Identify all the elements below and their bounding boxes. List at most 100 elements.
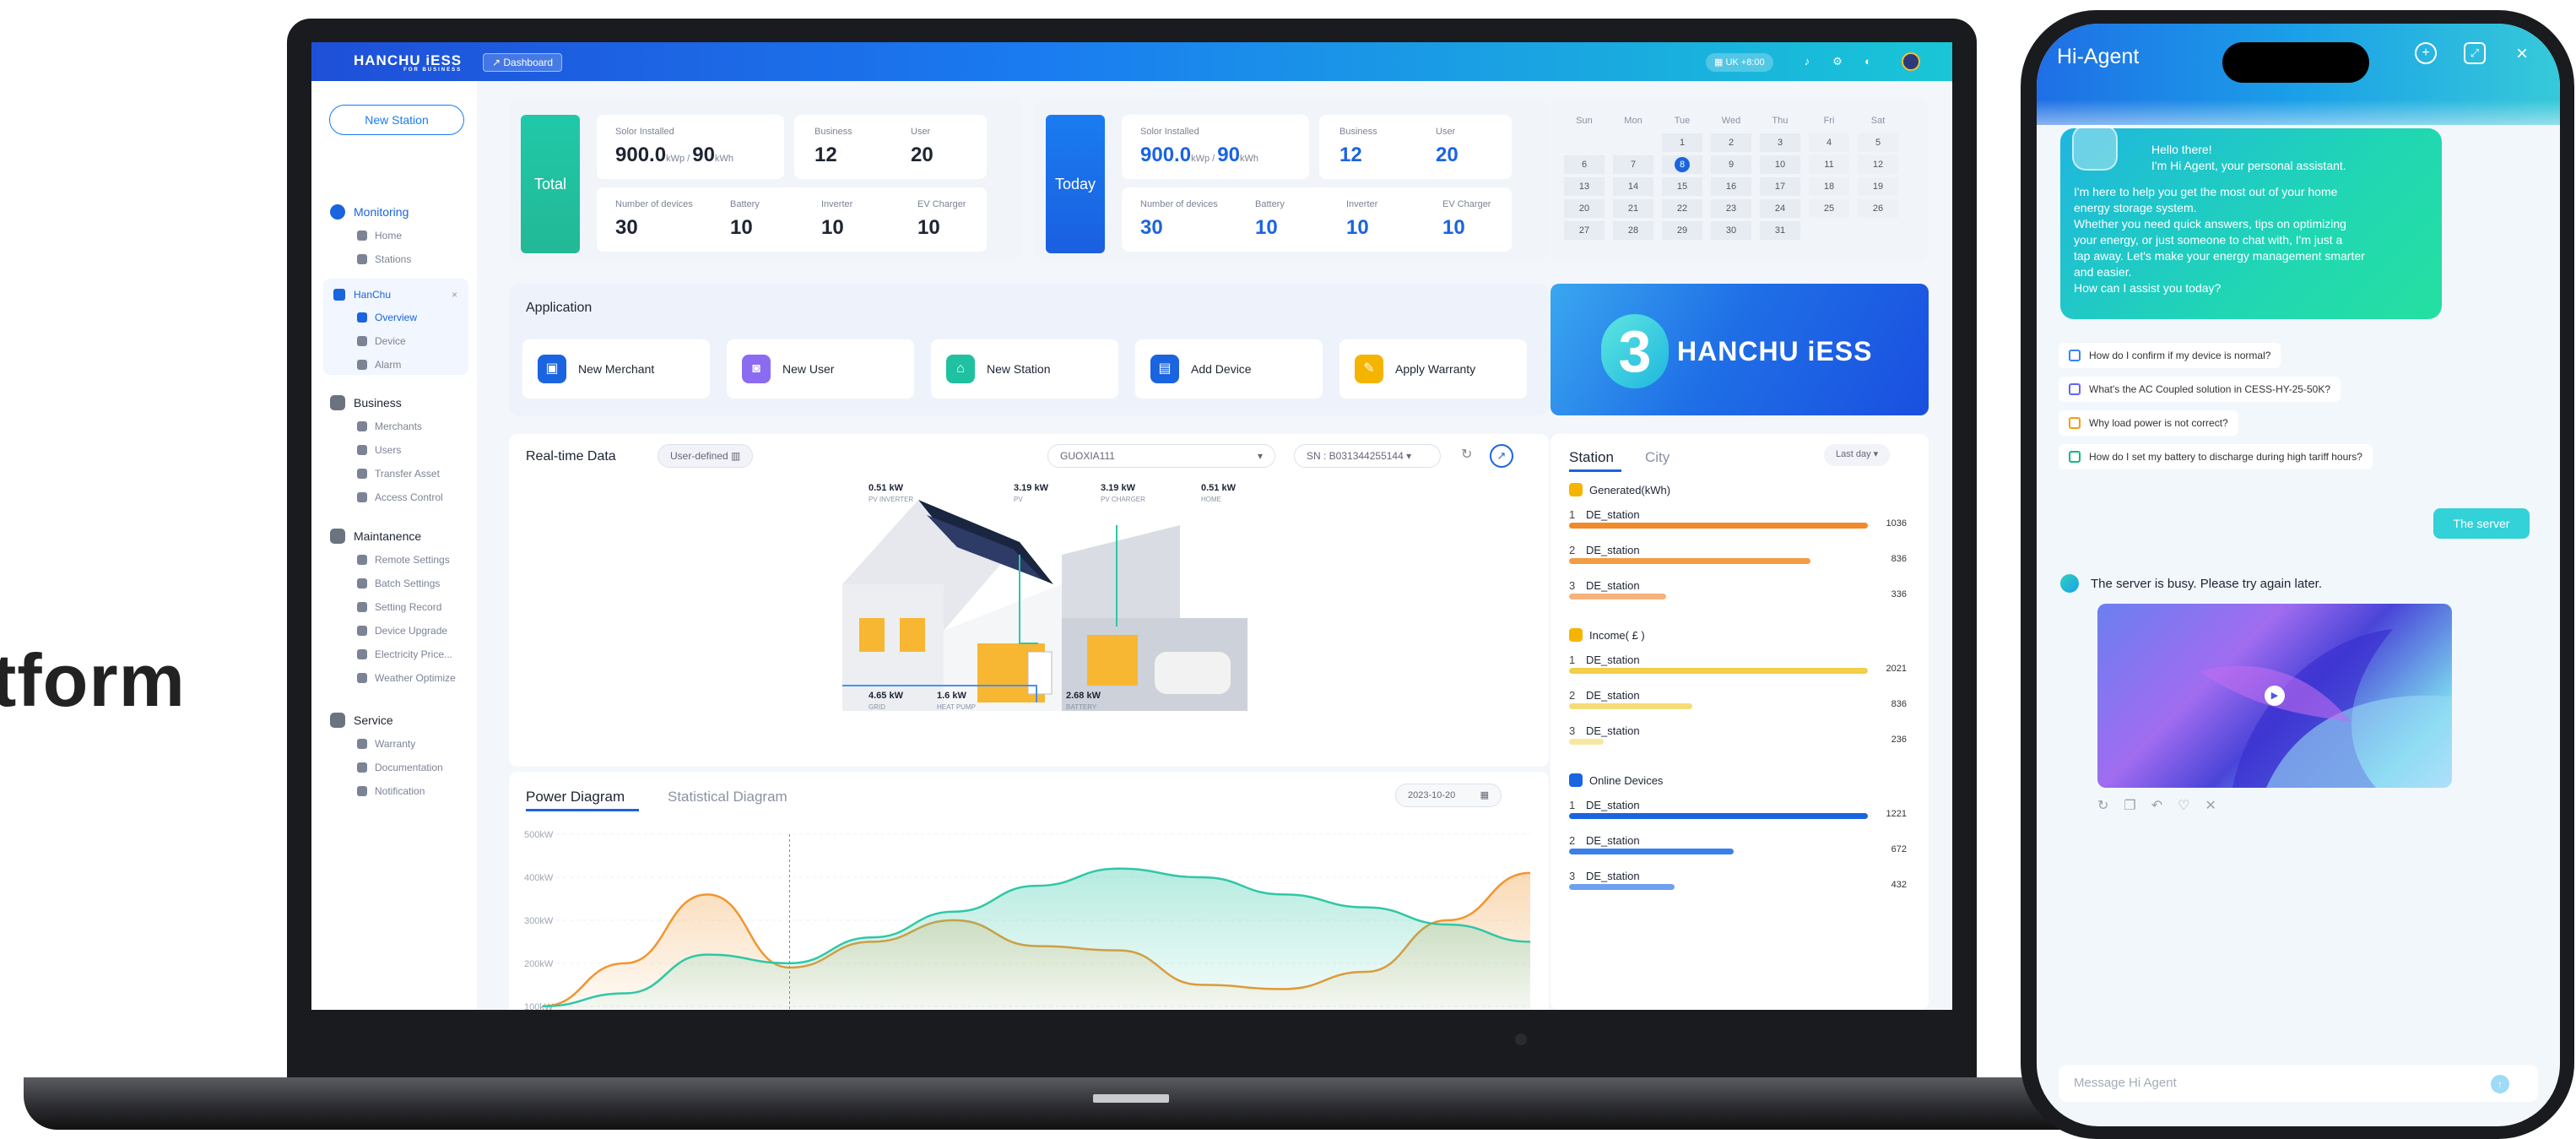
calendar-day[interactable]: 3: [1760, 133, 1800, 152]
rank-row[interactable]: 1 DE_station 1036: [1569, 508, 1907, 534]
calendar-day[interactable]: 19: [1858, 177, 1898, 196]
avatar[interactable]: [1902, 52, 1920, 71]
sidebar-item-batch-settings[interactable]: Batch Settings: [357, 578, 440, 589]
sidebar-item-home[interactable]: Home: [357, 230, 402, 241]
new-chat-icon[interactable]: +: [2415, 42, 2437, 64]
thumbs-down-icon[interactable]: ✕: [2205, 799, 2232, 813]
undo-icon[interactable]: ↶: [2151, 799, 2178, 813]
calendar-day[interactable]: 29: [1662, 221, 1702, 240]
thumbs-up-icon[interactable]: ♡: [2178, 799, 2205, 813]
sidebar-item-overview[interactable]: Overview: [357, 312, 417, 323]
refresh-icon[interactable]: ↻: [1461, 446, 1472, 463]
app-button-add-device[interactable]: ▤ Add Device: [1135, 339, 1323, 399]
share-icon[interactable]: ↗: [1490, 444, 1513, 468]
sidebar-section-hanchu[interactable]: HanChu: [333, 289, 391, 301]
calendar-day[interactable]: 25: [1809, 199, 1849, 218]
close-icon[interactable]: ×: [452, 289, 457, 301]
tab-power-diagram[interactable]: Power Diagram: [526, 789, 625, 805]
sidebar-item-device-upgrade[interactable]: Device Upgrade: [357, 625, 447, 637]
calendar-day[interactable]: 15: [1662, 177, 1702, 196]
bell-icon[interactable]: ♪: [1800, 55, 1814, 68]
rank-row[interactable]: 3 DE_station 236: [1569, 724, 1907, 750]
send-icon[interactable]: ↑: [2491, 1075, 2509, 1093]
sidebar-item-remote-settings[interactable]: Remote Settings: [357, 554, 450, 566]
calendar-day[interactable]: 16: [1711, 177, 1751, 196]
calendar-day[interactable]: 9: [1711, 155, 1751, 174]
suggested-question[interactable]: Why load power is not correct?: [2059, 410, 2238, 436]
calendar-day[interactable]: 11: [1809, 155, 1849, 174]
sidebar-section-maintenance[interactable]: Maintanence: [330, 529, 421, 544]
app-button-new-station[interactable]: ⌂ New Station: [931, 339, 1118, 399]
calendar-day[interactable]: 13: [1564, 177, 1605, 196]
calendar-day[interactable]: 21: [1613, 199, 1653, 218]
date-picker[interactable]: 2023-10-20 ▦: [1395, 784, 1502, 807]
realtime-mode[interactable]: User-defined ▥: [658, 444, 754, 468]
sidebar-item-device[interactable]: Device: [357, 335, 406, 347]
sidebar-item-weather-optimize[interactable]: Weather Optimize: [357, 672, 456, 684]
calendar-day[interactable]: 14: [1613, 177, 1653, 196]
sidebar-item-documentation[interactable]: Documentation: [357, 762, 443, 773]
sidebar-item-users[interactable]: Users: [357, 444, 401, 456]
calendar-day[interactable]: 26: [1858, 199, 1898, 218]
sidebar-section-monitoring[interactable]: Monitoring: [330, 204, 409, 220]
tab-statistical-diagram[interactable]: Statistical Diagram: [668, 789, 787, 805]
sidebar-section-business[interactable]: Business: [330, 395, 402, 410]
sidebar-item-setting-record[interactable]: Setting Record: [357, 601, 441, 613]
rank-row[interactable]: 3 DE_station 432: [1569, 870, 1907, 895]
regenerate-icon[interactable]: ↻: [2097, 799, 2124, 813]
calendar-day[interactable]: 22: [1662, 199, 1702, 218]
calendar-day[interactable]: 6: [1564, 155, 1605, 174]
app-button-new-user[interactable]: ◙ New User: [727, 339, 914, 399]
tab-station[interactable]: Station: [1569, 449, 1614, 466]
tab-city[interactable]: City: [1645, 449, 1670, 466]
timezone-selector[interactable]: ▦ UK +8:00: [1706, 53, 1773, 72]
rank-row[interactable]: 2 DE_station 836: [1569, 544, 1907, 569]
calendar-day[interactable]: 10: [1760, 155, 1800, 174]
expand-icon[interactable]: ⤢: [2464, 42, 2486, 64]
rank-row[interactable]: 2 DE_station 672: [1569, 834, 1907, 860]
calendar-day[interactable]: 30: [1711, 221, 1751, 240]
calendar-day[interactable]: 2: [1711, 133, 1751, 152]
sidebar-item-warranty[interactable]: Warranty: [357, 738, 415, 750]
rank-row[interactable]: 1 DE_station 2021: [1569, 654, 1907, 679]
rank-row[interactable]: 1 DE_station 1221: [1569, 799, 1907, 824]
sn-select[interactable]: SN : B031344255144 ▾: [1294, 444, 1441, 468]
suggested-question[interactable]: How do I confirm if my device is normal?: [2059, 343, 2281, 368]
dashboard-button[interactable]: ↗ Dashboard: [483, 53, 563, 72]
suggested-question[interactable]: How do I set my battery to discharge dur…: [2059, 444, 2373, 469]
message-input[interactable]: Message Hi Agent: [2059, 1065, 2538, 1102]
new-station-button[interactable]: New Station: [329, 105, 464, 135]
calendar-day[interactable]: 8: [1662, 155, 1702, 174]
rank-row[interactable]: 3 DE_station 336: [1569, 579, 1907, 605]
sidebar-item-access-control[interactable]: Access Control: [357, 491, 443, 503]
calendar-day[interactable]: 20: [1564, 199, 1605, 218]
calendar-day[interactable]: 28: [1613, 221, 1653, 240]
calendar-day[interactable]: 17: [1760, 177, 1800, 196]
sidebar-item-transfer-asset[interactable]: Transfer Asset: [357, 468, 440, 480]
sidebar-item-alarm[interactable]: Alarm: [357, 359, 401, 371]
calendar-day[interactable]: 23: [1711, 199, 1751, 218]
calendar-day[interactable]: 1: [1662, 133, 1702, 152]
sidebar-item-stations[interactable]: Stations: [357, 253, 411, 265]
calendar-day[interactable]: 7: [1613, 155, 1653, 174]
period-select[interactable]: Last day ▾: [1824, 444, 1891, 466]
copy-icon[interactable]: ❐: [2124, 799, 2151, 813]
station-select[interactable]: GUOXIA111 ▾: [1047, 444, 1275, 468]
sidebar-section-service[interactable]: Service: [330, 713, 393, 728]
play-icon[interactable]: ▶: [2265, 686, 2285, 706]
calendar-day[interactable]: 12: [1858, 155, 1898, 174]
calendar-day[interactable]: 27: [1564, 221, 1605, 240]
sidebar-item-merchants[interactable]: Merchants: [357, 420, 422, 432]
theme-icon[interactable]: ◐: [1861, 55, 1875, 68]
sidebar-item-notification[interactable]: Notification: [357, 785, 425, 797]
suggested-question[interactable]: What's the AC Coupled solution in CESS-H…: [2059, 377, 2341, 402]
calendar-day[interactable]: 4: [1809, 133, 1849, 152]
settings-icon[interactable]: ⚙: [1831, 55, 1844, 68]
calendar-day[interactable]: 31: [1760, 221, 1800, 240]
calendar-day[interactable]: 18: [1809, 177, 1849, 196]
app-logo[interactable]: HANCHU iESS FOR BUSINESS: [354, 52, 462, 73]
app-button-new-merchant[interactable]: ▣ New Merchant: [522, 339, 710, 399]
video-thumbnail[interactable]: ▶: [2097, 604, 2452, 788]
app-button-apply-warranty[interactable]: ✎ Apply Warranty: [1339, 339, 1527, 399]
sidebar-item-electricity-price[interactable]: Electricity Price...: [357, 648, 452, 660]
